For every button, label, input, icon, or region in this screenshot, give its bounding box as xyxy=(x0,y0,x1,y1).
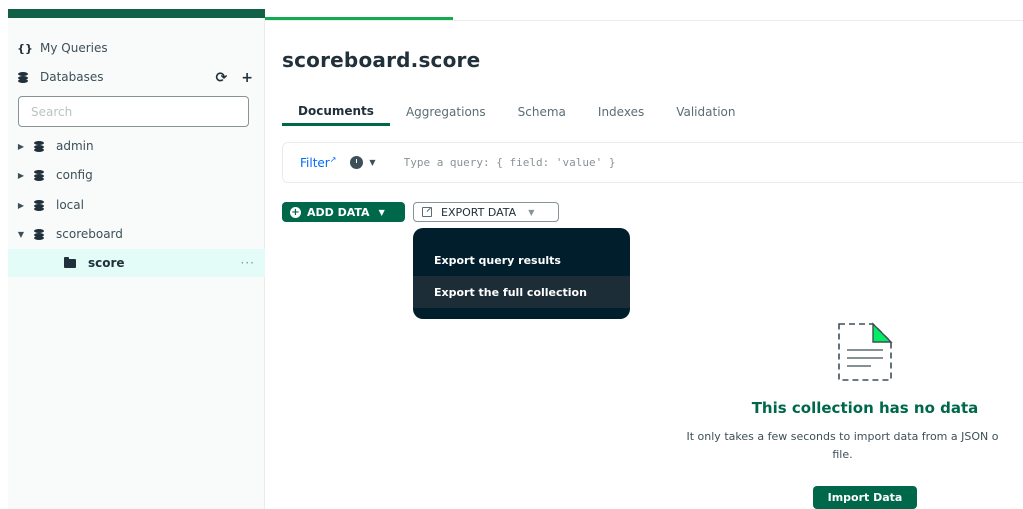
import-data-button[interactable]: Import Data xyxy=(813,486,917,509)
folder-icon xyxy=(64,256,76,268)
database-icon xyxy=(34,228,44,240)
tab-validation[interactable]: Validation xyxy=(660,98,751,126)
tab-documents[interactable]: Documents xyxy=(282,98,390,126)
caret-right-icon[interactable]: ▶ xyxy=(16,201,26,210)
sidebar-item-scoreboard[interactable]: ▼ scoreboard xyxy=(8,220,265,248)
filter-link[interactable]: Filter↗ xyxy=(300,155,336,170)
database-icon xyxy=(18,71,28,83)
sidebar-item-my-queries[interactable]: {} My Queries xyxy=(8,34,265,62)
empty-document-icon xyxy=(838,322,893,381)
menu-item-export-full-collection[interactable]: Export the full collection xyxy=(413,276,630,308)
database-icon xyxy=(34,140,44,152)
sidebar-item-databases[interactable]: Databases ⟳ + xyxy=(8,63,265,91)
add-data-button[interactable]: + ADD DATA ▼ xyxy=(282,202,405,222)
export-menu: Export query results Export the full col… xyxy=(413,228,630,319)
chevron-down-icon: ▼ xyxy=(378,207,385,217)
sidebar: {} My Queries Databases ⟳ + ▶ admin ▶ co… xyxy=(8,18,265,509)
sidebar-item-admin[interactable]: ▶ admin xyxy=(8,132,265,160)
empty-state-description-line-1: It only takes a few seconds to import da… xyxy=(686,430,999,443)
empty-state-description-line-2: file. xyxy=(832,448,853,461)
more-options-icon[interactable]: ··· xyxy=(241,256,255,270)
tab-aggregations[interactable]: Aggregations xyxy=(390,98,502,126)
chevron-down-icon: ▼ xyxy=(528,207,535,217)
query-bar: Filter↗ ▼ xyxy=(282,142,1023,183)
sidebar-item-local[interactable]: ▶ local xyxy=(8,191,265,219)
database-icon xyxy=(34,199,44,211)
tab-indexes[interactable]: Indexes xyxy=(582,98,660,126)
braces-icon: {} xyxy=(17,41,33,55)
database-label: scoreboard xyxy=(56,227,123,241)
caret-down-icon[interactable]: ▼ xyxy=(16,230,26,239)
add-data-label: ADD DATA xyxy=(307,205,370,219)
sidebar-top-bar xyxy=(8,9,265,18)
filter-label: Filter xyxy=(300,156,330,170)
sidebar-item-config[interactable]: ▶ config xyxy=(8,161,265,189)
sidebar-item-label: My Queries xyxy=(40,41,108,55)
empty-state-title: This collection has no data xyxy=(751,399,979,417)
export-data-label: EXPORT DATA xyxy=(441,205,517,219)
tab-bar: Documents Aggregations Schema Indexes Va… xyxy=(282,98,751,126)
refresh-icon[interactable]: ⟳ xyxy=(216,70,228,86)
database-label: admin xyxy=(56,139,94,153)
add-database-icon[interactable]: + xyxy=(241,70,253,86)
history-clock-icon[interactable] xyxy=(350,156,364,169)
tab-schema[interactable]: Schema xyxy=(502,98,582,126)
database-icon xyxy=(34,169,44,181)
main-panel: scoreboard.score Documents Aggregations … xyxy=(282,0,1023,509)
empty-state-description: It only takes a few seconds to import da… xyxy=(662,428,1023,464)
export-data-button[interactable]: EXPORT DATA ▼ xyxy=(413,202,559,222)
database-label: local xyxy=(56,198,84,212)
sidebar-item-label: Databases xyxy=(40,70,104,84)
caret-right-icon[interactable]: ▶ xyxy=(16,142,26,151)
export-icon xyxy=(422,207,432,217)
database-label: config xyxy=(56,168,93,182)
page-title: scoreboard.score xyxy=(282,48,481,72)
plus-circle-icon: + xyxy=(290,206,301,218)
caret-right-icon[interactable]: ▶ xyxy=(16,171,26,180)
sidebar-item-score[interactable]: score ··· xyxy=(8,249,265,277)
search-input[interactable] xyxy=(18,96,249,127)
menu-item-export-query-results[interactable]: Export query results xyxy=(413,244,630,276)
query-input[interactable] xyxy=(403,156,804,169)
external-link-icon: ↗ xyxy=(329,155,337,164)
collection-label: score xyxy=(88,256,125,270)
chevron-down-icon[interactable]: ▼ xyxy=(369,158,375,167)
